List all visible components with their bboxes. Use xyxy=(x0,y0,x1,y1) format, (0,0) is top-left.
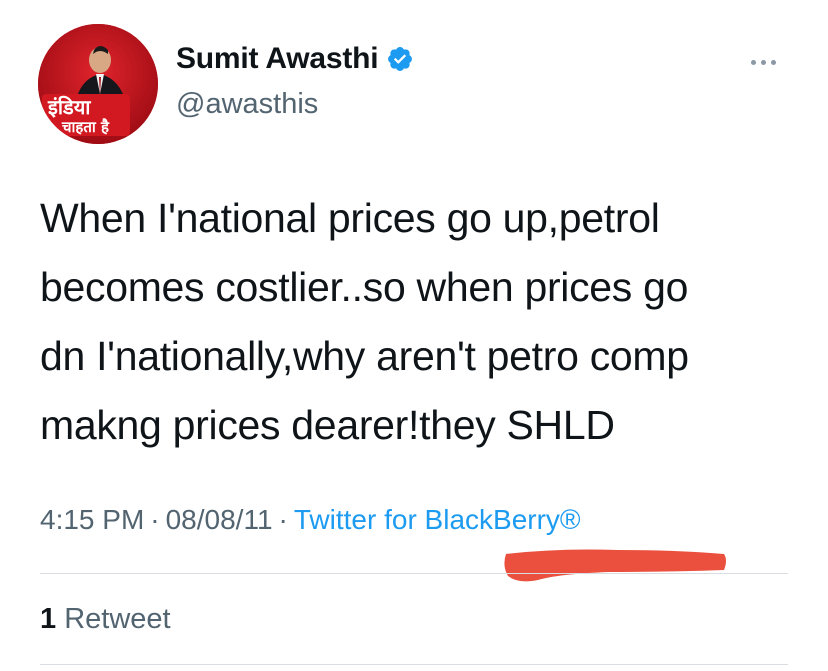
retweet-label: Retweet xyxy=(64,603,171,635)
tweet-time[interactable]: 4:15 PM xyxy=(40,504,144,535)
tweet-date[interactable]: 08/08/11 xyxy=(166,504,273,535)
divider xyxy=(40,664,788,665)
avatar-image: इंडिया चाहता है xyxy=(38,24,158,144)
avatar-badge-line1: इंडिया xyxy=(47,95,91,119)
avatar-badge-line2: चाहता है xyxy=(61,118,110,136)
more-options-icon[interactable] xyxy=(751,60,776,65)
tweet-source-link[interactable]: Twitter for BlackBerry® xyxy=(294,504,581,535)
display-name[interactable]: Sumit Awasthi xyxy=(176,42,379,76)
retweet-stats[interactable]: 1 Retweet xyxy=(40,603,171,636)
tweet-meta: 4:15 PM · 08/08/11 · Twitter for BlackBerry® xyxy=(40,504,581,536)
user-handle[interactable]: @awasthis xyxy=(176,88,318,121)
meta-separator: · xyxy=(278,504,288,535)
meta-separator: · xyxy=(150,504,160,535)
author-name-row: Sumit Awasthi xyxy=(176,42,414,76)
tweet-text: When I'national prices go up,petrol beco… xyxy=(40,195,689,448)
divider xyxy=(40,573,788,574)
red-highlight-mark xyxy=(504,549,726,582)
verified-badge-icon xyxy=(388,47,413,71)
avatar[interactable]: इंडिया चाहता है xyxy=(38,24,158,144)
retweet-count: 1 xyxy=(40,603,57,635)
